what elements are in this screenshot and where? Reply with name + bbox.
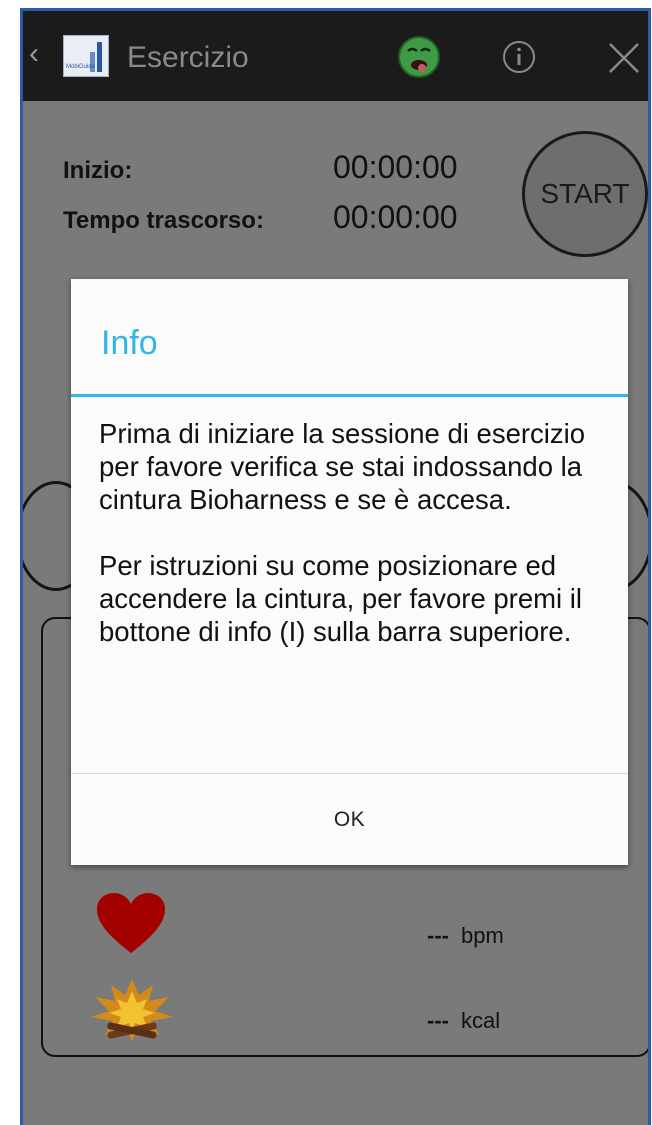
action-bar: ‹ MobiGuide Esercizio — [23, 11, 648, 101]
calories-value: --- — [427, 1008, 449, 1033]
heart-icon — [97, 893, 165, 953]
heart-rate-readout: --- bpm — [427, 923, 504, 949]
elapsed-time-value: 00:00:00 — [333, 199, 458, 235]
ok-button[interactable]: OK — [71, 774, 628, 865]
calories-readout: --- kcal — [427, 1008, 500, 1034]
info-dialog: Info Prima di iniziare la sessione di es… — [71, 279, 628, 865]
sick-face-icon[interactable] — [397, 35, 441, 79]
app-window: ‹ MobiGuide Esercizio Inizio: 00:00:00 T… — [20, 8, 651, 1125]
back-chevron-icon[interactable]: ‹ — [29, 39, 39, 69]
elapsed-time-label: Tempo trascorso: — [63, 207, 264, 234]
dialog-title-divider — [71, 394, 628, 397]
heart-rate-value: --- — [427, 923, 449, 948]
heart-rate-unit: bpm — [460, 923, 504, 948]
calories-unit: kcal — [460, 1008, 501, 1033]
info-icon[interactable] — [501, 39, 537, 75]
fire-icon — [91, 979, 173, 1041]
start-time-value: 00:00:00 — [333, 149, 458, 185]
dialog-title: Info — [101, 324, 158, 362]
page-title: Esercizio — [127, 41, 249, 74]
close-icon[interactable] — [607, 41, 641, 75]
start-button[interactable]: START — [522, 131, 648, 257]
start-time-label: Inizio: — [63, 157, 133, 184]
app-logo-icon[interactable]: MobiGuide — [63, 35, 109, 77]
dialog-message: Prima di iniziare la sessione di eserciz… — [99, 418, 586, 647]
